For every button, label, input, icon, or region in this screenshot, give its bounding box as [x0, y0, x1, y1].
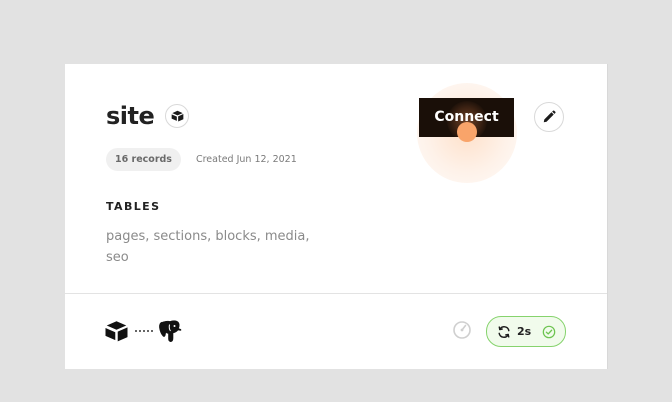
refresh-icon	[498, 325, 510, 338]
check-circle-icon	[542, 325, 556, 338]
sync-interval-label: 2s	[517, 325, 532, 338]
airtable-icon	[171, 110, 184, 122]
tables-heading: TABLES	[106, 200, 161, 213]
edit-button[interactable]	[534, 102, 564, 132]
tables-list: pages, sections, blocks, media, seo	[106, 229, 310, 265]
card-divider	[65, 293, 607, 294]
connection-path	[104, 318, 183, 344]
speedometer-icon	[453, 321, 471, 339]
pencil-icon	[543, 110, 556, 123]
airtable-icon	[105, 321, 128, 342]
records-count-badge: 16 records	[106, 148, 181, 171]
source-badge	[165, 104, 190, 128]
cursor-indicator	[457, 122, 477, 142]
base-title: site	[106, 102, 155, 130]
connector-line	[135, 330, 153, 332]
postgres-elephant-icon	[159, 320, 182, 342]
created-date: Created Jun 12, 2021	[195, 154, 297, 165]
sync-status-button[interactable]: 2s	[486, 316, 566, 347]
meta-row: 16 records Created Jun 12, 2021	[106, 148, 297, 171]
title-row: site	[106, 102, 190, 130]
base-card: site 16 records Created Jun 12, 2021 TAB…	[65, 64, 608, 369]
